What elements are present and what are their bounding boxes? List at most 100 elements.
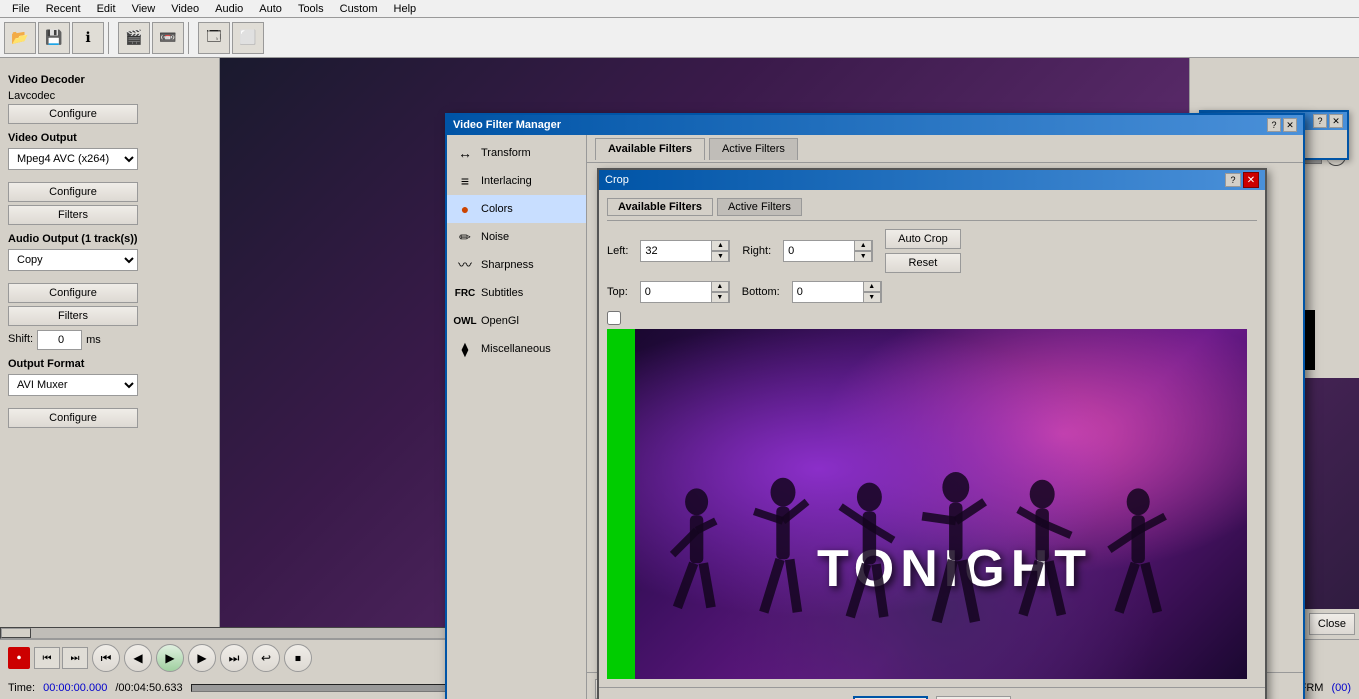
menu-video[interactable]: Video [163,0,207,17]
right-label: Right: [742,245,771,257]
colors-icon: ● [455,199,475,219]
top-label: Top: [607,286,628,298]
rewind-button[interactable]: ⏮ [92,644,120,672]
configure-button-4[interactable]: Configure [8,408,138,428]
right-input[interactable] [784,243,854,259]
bottom-spin-down[interactable]: ▼ [863,292,881,303]
stop-button[interactable]: ⏹ [284,644,312,672]
scroll-thumb[interactable] [1,628,31,638]
info-button[interactable]: ℹ [72,22,104,54]
vfm-help-button[interactable]: ? [1267,118,1281,132]
vfm-tab-active[interactable]: Active Filters [709,138,798,160]
left-spin-up[interactable]: ▲ [711,240,729,251]
right-spin-down[interactable]: ▼ [854,251,872,262]
opengl-icon: OWL [455,311,475,331]
filter-opengl[interactable]: OWL OpenGl [447,307,586,335]
configure-button-3[interactable]: Configure [8,283,138,303]
filter-opengl-label: OpenGl [481,315,519,327]
filter-noise-label: Noise [481,231,509,243]
top-input[interactable] [641,284,711,300]
toolbar: 📂 💾 ℹ 🎬 📼 🗔 ⬜ [0,18,1359,58]
left-spinbox[interactable]: ▲ ▼ [640,240,730,262]
filter-subtitles[interactable]: FRC Subtitles [447,279,586,307]
crop-action-buttons: Auto Crop Reset [885,229,961,273]
segment-button-1[interactable]: ⏮ [34,647,60,669]
window2-button[interactable]: ⬜ [232,22,264,54]
small-dialog-close[interactable]: ✕ [1329,114,1343,128]
left-spin-down[interactable]: ▼ [711,251,729,262]
audio-copy-select[interactable]: Copy [8,249,138,271]
next-frame-button[interactable]: ▶ [188,644,216,672]
right-spinbox[interactable]: ▲ ▼ [783,240,873,262]
top-spinbox[interactable]: ▲ ▼ [640,281,730,303]
toolbar-separator-2 [188,22,194,54]
filter-subtitles-label: Subtitles [481,287,523,299]
filter-sharpness-label: Sharpness [481,259,534,271]
video-output-title: Video Output [8,132,211,144]
menu-edit[interactable]: Edit [89,0,124,17]
output-format-select[interactable]: AVI Muxer [8,374,138,396]
shift-input[interactable] [37,330,82,350]
prev-frame-button[interactable]: ◀ [124,644,152,672]
menu-file[interactable]: File [4,0,38,17]
save-video-button[interactable]: 📼 [152,22,184,54]
small-dialog-help[interactable]: ? [1313,114,1327,128]
sharpness-icon: 〰 [455,255,475,275]
filter-sharpness[interactable]: 〰 Sharpness [447,251,586,279]
menu-auto[interactable]: Auto [251,0,290,17]
menu-bar: File Recent Edit View Video Audio Auto T… [0,0,1359,18]
crop-close-button[interactable]: ✕ [1243,172,1259,188]
vfm-close-button[interactable]: ✕ [1283,118,1297,132]
open-folder-button[interactable]: 📂 [4,22,36,54]
menu-audio[interactable]: Audio [207,0,251,17]
filters-button-1[interactable]: Filters [8,205,138,225]
left-input[interactable] [641,243,711,259]
close-button[interactable]: Close [1309,613,1355,635]
small-dialog-buttons: ? ✕ [1313,114,1343,128]
crop-content: Available Filters Active Filters Left: [599,190,1265,687]
vfm-content: ↔ Transform ≡ Interlacing ● Colors ✏ Noi… [447,135,1303,699]
window-button[interactable]: 🗔 [198,22,230,54]
filter-interlacing[interactable]: ≡ Interlacing [447,167,586,195]
crop-video-frame: TONIGHT [607,329,1247,679]
menu-recent[interactable]: Recent [38,0,89,17]
top-spin-up[interactable]: ▲ [711,281,729,292]
right-spin-up[interactable]: ▲ [854,240,872,251]
fast-forward-button[interactable]: ⏭ [220,644,248,672]
crop-tab-available[interactable]: Available Filters [607,198,713,216]
menu-tools[interactable]: Tools [290,0,332,17]
filter-noise[interactable]: ✏ Noise [447,223,586,251]
filter-interlacing-label: Interlacing [481,175,532,187]
filters-button-2[interactable]: Filters [8,306,138,326]
configure-button-1[interactable]: Configure [8,104,138,124]
vfm-dialog: Video Filter Manager ? ✕ ↔ Transform ≡ I… [445,113,1305,699]
filter-miscellaneous[interactable]: ⧫ Miscellaneous [447,335,586,363]
play-button[interactable]: ▶ [156,644,184,672]
crop-tab-active[interactable]: Active Filters [717,198,802,216]
reset-button[interactable]: Reset [885,253,961,273]
loop-button[interactable]: ↩ [252,644,280,672]
top-spin-down[interactable]: ▼ [711,292,729,303]
bottom-input[interactable] [793,284,863,300]
preview-checkbox[interactable] [607,311,621,325]
filter-transform[interactable]: ↔ Transform [447,139,586,167]
bottom-spinbox[interactable]: ▲ ▼ [792,281,882,303]
crop-fields-row2: Top: ▲ ▼ Bottom: [607,281,1257,303]
vfm-title-buttons: ? ✕ [1267,118,1297,132]
video-output-select[interactable]: Mpeg4 AVC (x264) [8,148,138,170]
menu-custom[interactable]: Custom [332,0,386,17]
auto-crop-button[interactable]: Auto Crop [885,229,961,249]
save-button[interactable]: 💾 [38,22,70,54]
crop-help-button[interactable]: ? [1225,173,1241,187]
bottom-spin-up[interactable]: ▲ [863,281,881,292]
duration-label: /00:04:50.633 [115,682,182,694]
filter-colors[interactable]: ● Colors [447,195,586,223]
open-video-button[interactable]: 🎬 [118,22,150,54]
segment-buttons: ⏮ ⏭ [34,647,88,669]
vfm-tab-available[interactable]: Available Filters [595,138,705,160]
menu-view[interactable]: View [124,0,164,17]
configure-button-2[interactable]: Configure [8,182,138,202]
subtitles-icon: FRC [455,283,475,303]
menu-help[interactable]: Help [386,0,425,17]
segment-button-2[interactable]: ⏭ [62,647,88,669]
